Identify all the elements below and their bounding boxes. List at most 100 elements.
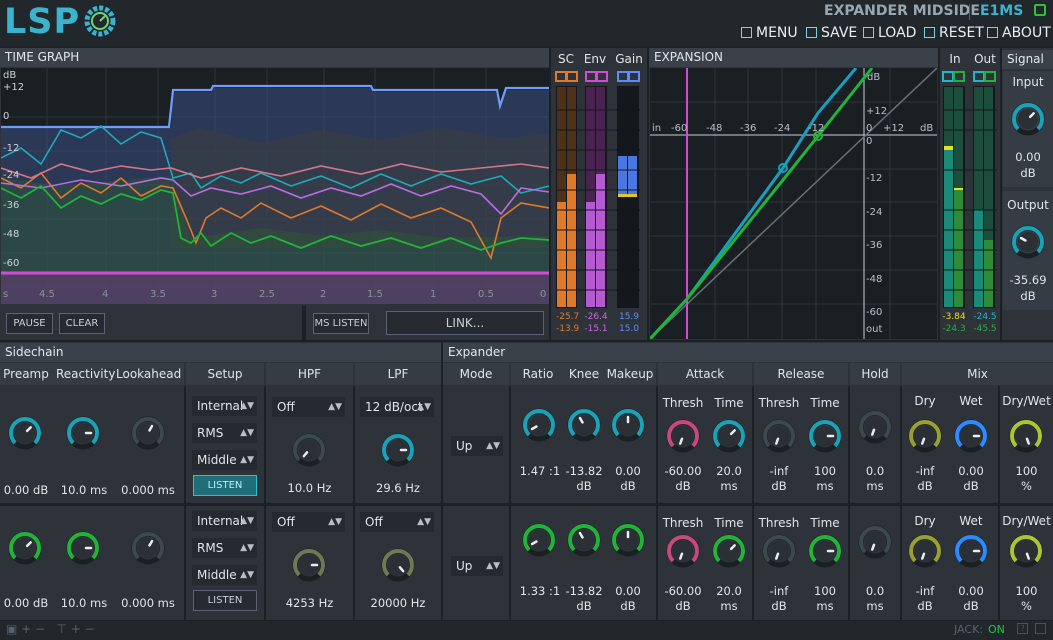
sc1-mode-select[interactable]: RMS ▲▼ [192, 423, 257, 443]
exp1-hold-knob[interactable] [857, 409, 893, 449]
sc1-listen-button[interactable]: LISTEN [193, 475, 257, 496]
exp2-wet-unit: dB [963, 599, 979, 613]
exp2-knee-value: -13.82 [565, 584, 603, 598]
exp2-mode-select[interactable]: Up ▲▼ [451, 556, 503, 576]
sc1-source-select[interactable]: Internal ▲▼ [192, 396, 257, 416]
exp2-release-thresh-knob[interactable] [761, 533, 797, 573]
sc1-lookahead-knob[interactable] [130, 415, 166, 455]
exp1-knee-knob[interactable] [566, 407, 602, 447]
pause-button[interactable]: PAUSE [6, 313, 53, 334]
exp1-attack-time-label: Time [714, 396, 744, 410]
exp1-wet-label: Wet [959, 394, 983, 408]
exp2-mode-value: Up [456, 559, 473, 573]
sc2-listen-button[interactable]: LISTEN [193, 590, 257, 611]
sc2-hpf-knob[interactable] [291, 547, 327, 587]
exp2-release-time-knob[interactable] [807, 533, 843, 573]
exp2-knee-knob[interactable] [566, 522, 602, 562]
footer-left-icons[interactable]: ▣ + − ⊤ + − [6, 622, 95, 636]
exp-col-divider-3 [752, 386, 754, 620]
exp1-makeup-knob[interactable] [610, 407, 646, 447]
sc1-hpf-knob[interactable] [291, 432, 327, 472]
resize-icon[interactable] [1035, 623, 1046, 634]
sc-label: SC [558, 52, 574, 66]
output-knob[interactable] [1010, 224, 1046, 264]
col-lookahead: Lookahead [116, 367, 182, 381]
exp2-attack-thresh-knob[interactable] [665, 533, 701, 573]
exp2-wet-knob[interactable] [953, 533, 989, 573]
tg-xlabel-2.5: 2.5 [259, 289, 275, 300]
save-button[interactable]: SAVE [806, 24, 857, 42]
exp-row-divider [443, 503, 1053, 506]
load-button[interactable]: LOAD [863, 24, 916, 42]
help-icon[interactable]: ? [1017, 623, 1028, 634]
sc1-hpf-value: 10.0 Hz [287, 481, 332, 495]
power-icon[interactable] [1034, 4, 1046, 16]
menu-label: MENU [756, 25, 798, 41]
exp2-makeup-knob[interactable] [610, 522, 646, 562]
exp1-attack-time-knob[interactable] [711, 418, 747, 458]
exp1-wet-knob[interactable] [953, 418, 989, 458]
updown-icon: ▲▼ [417, 517, 431, 527]
exp1-attack-thresh-knob[interactable] [665, 418, 701, 458]
exp2-hold-knob[interactable] [857, 524, 893, 564]
updown-icon: ▲▼ [240, 543, 254, 553]
sc2-hpf-select[interactable]: Off ▲▼ [272, 512, 345, 532]
sc2-preamp-knob[interactable] [7, 530, 43, 570]
updown-icon: ▲▼ [417, 402, 431, 412]
sc2-lpf-select[interactable]: Off ▲▼ [360, 512, 434, 532]
sc1-channel-select[interactable]: Middle ▲▼ [192, 450, 257, 470]
exp-ylabel-m36: -36 [866, 240, 883, 251]
exp1-mode-value: Up [456, 439, 473, 453]
sc1-hpf-select[interactable]: Off ▲▼ [272, 397, 345, 417]
exp1-attack-thresh-label: Thresh [662, 396, 704, 410]
about-button[interactable]: ABOUT [987, 24, 1051, 42]
exp1-dry-knob[interactable] [907, 418, 943, 458]
col-attack: Attack [685, 367, 725, 381]
output-label: Output [1007, 198, 1049, 212]
tg-ylabel-m48: -48 [3, 229, 20, 240]
exp2-dry-knob[interactable] [907, 533, 943, 573]
exp1-attack-time-unit: ms [720, 479, 738, 493]
expander-title: Expander [443, 343, 1053, 362]
exp1-ratio-knob[interactable] [521, 407, 557, 447]
exp1-release-thresh-knob[interactable] [761, 418, 797, 458]
tg-ylabel-m24: -24 [3, 170, 20, 181]
tg-ylabel-0: 0 [3, 111, 10, 122]
ms-listen-button[interactable]: MS LISTEN [313, 313, 369, 334]
sc2-lpf-knob[interactable] [380, 547, 416, 587]
clear-button[interactable]: CLEAR [59, 313, 105, 334]
sc2-channel-select[interactable]: Middle ▲▼ [192, 565, 257, 585]
exp2-drywet-knob[interactable] [1008, 533, 1044, 573]
sc1-reactivity-knob[interactable] [65, 415, 101, 455]
sc2-reactivity-knob[interactable] [65, 530, 101, 570]
reset-button[interactable]: RESET [924, 24, 984, 42]
exp2-attack-time-knob[interactable] [711, 533, 747, 573]
exp-xlabel-db: dB [920, 123, 934, 134]
link-button[interactable]: LINK... [386, 311, 544, 335]
exp1-hold-unit: ms [866, 479, 884, 493]
sc2-mode-select[interactable]: RMS ▲▼ [192, 538, 257, 558]
time-graph [1, 68, 549, 304]
jack-state: ON [988, 623, 1005, 636]
exp2-knee-unit: dB [576, 599, 592, 613]
exp1-ratio-value: 1.47 :1 [519, 464, 561, 478]
sc2-lookahead-knob[interactable] [130, 530, 166, 570]
exp-xlabel-p12: +12 [883, 123, 905, 134]
exp-ylabel-0: 0 [866, 136, 873, 147]
updown-icon: ▲▼ [240, 455, 254, 465]
sc2-source-select[interactable]: Internal ▲▼ [192, 511, 257, 531]
sc1-preamp-knob[interactable] [7, 415, 43, 455]
exp1-release-time-knob[interactable] [807, 418, 843, 458]
exp1-attack-time-value: 20.0 [716, 464, 742, 478]
sc1-lpf-knob[interactable] [380, 432, 416, 472]
menu-button[interactable]: MENU [741, 24, 798, 42]
exp1-drywet-knob[interactable] [1008, 418, 1044, 458]
sc1-lpf-select[interactable]: 12 dB/oct ▲▼ [360, 397, 434, 417]
exp1-mode-select[interactable]: Up ▲▼ [451, 436, 503, 456]
exp-ylabel-m24: -24 [866, 207, 883, 218]
exp2-drywet-value: 100 [1015, 584, 1038, 598]
input-knob[interactable] [1010, 101, 1046, 141]
col-lpf: LPF [387, 367, 409, 381]
exp2-ratio-knob[interactable] [521, 522, 557, 562]
exp-xlabel-m24: -24 [774, 123, 791, 134]
